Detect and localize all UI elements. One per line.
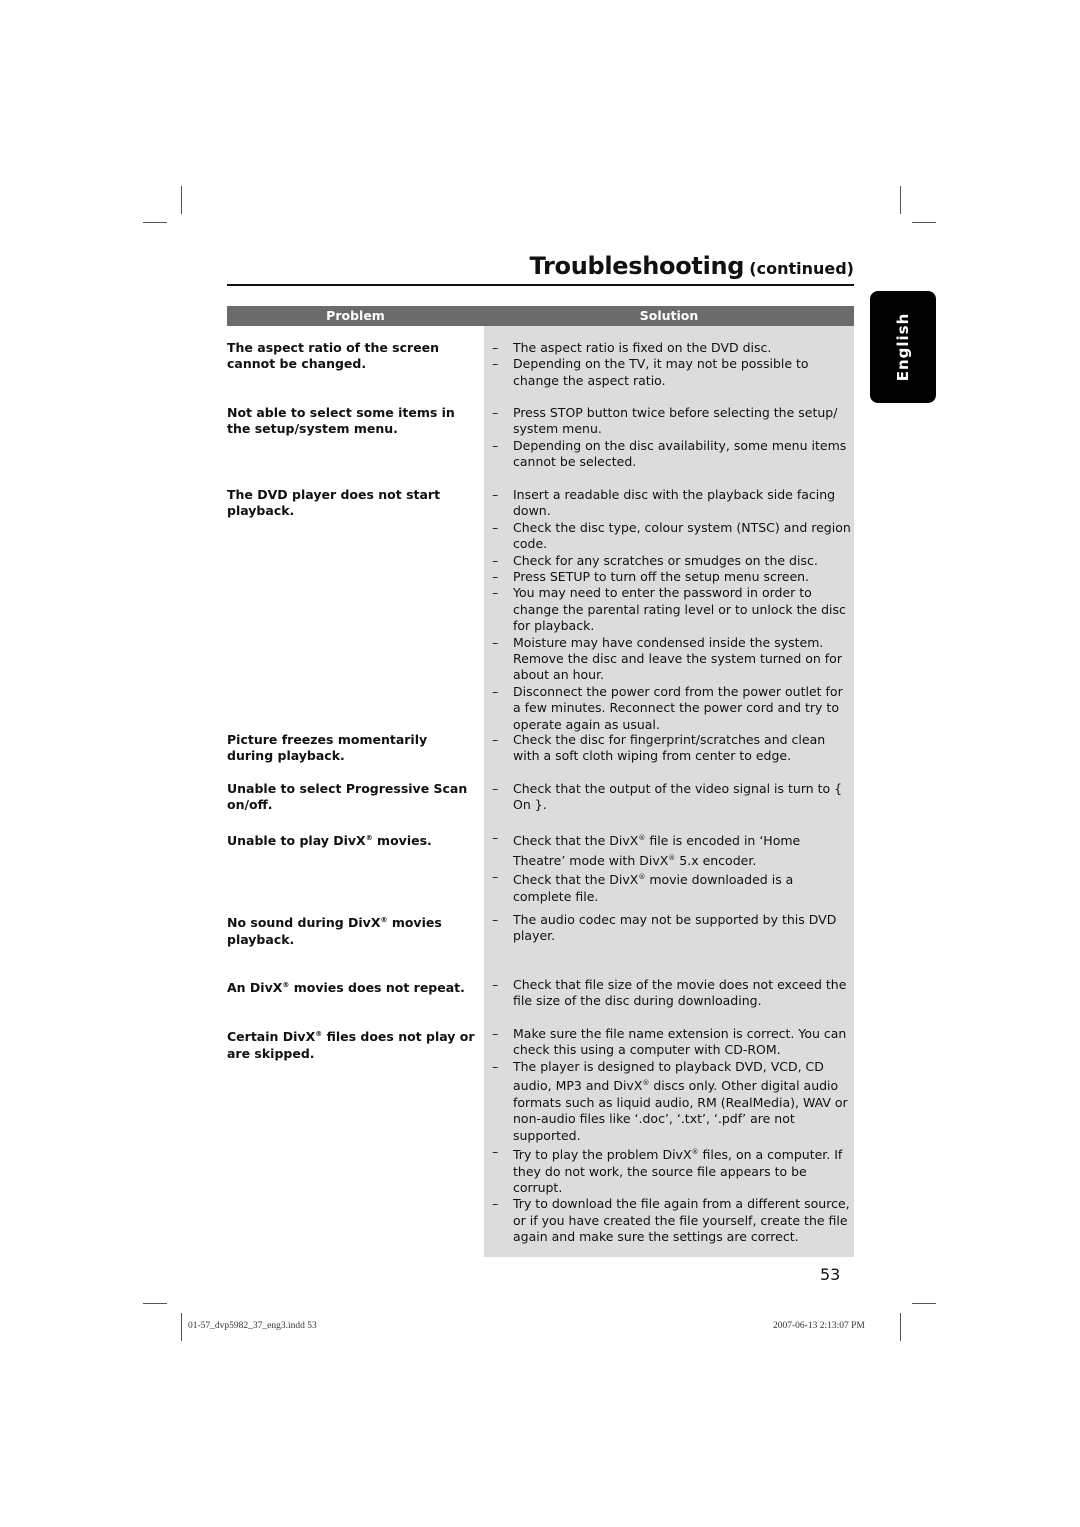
solution-list: Insert a readable disc with the playback… — [492, 487, 854, 733]
crop-mark — [181, 186, 182, 214]
solution-list: Check the disc for fingerprint/scratches… — [492, 732, 854, 765]
crop-mark — [900, 1313, 901, 1341]
solution-item: Insert a readable disc with the playback… — [492, 487, 854, 520]
solution-item: Disconnect the power cord from the power… — [492, 684, 854, 733]
solution-item: Moisture may have condensed inside the s… — [492, 635, 854, 684]
solution-list: The audio codec may not be supported by … — [492, 912, 854, 945]
solution-item: Press SETUP to turn off the setup menu s… — [492, 569, 854, 586]
footer-filename: 01-57_dvp5982_37_eng3.indd 53 — [188, 1321, 317, 1331]
solution-item: Check the disc type, colour system (NTSC… — [492, 520, 854, 553]
solution-item: The audio codec may not be supported by … — [492, 912, 854, 945]
problem-text: An DivX® movies does not repeat. — [227, 980, 465, 996]
page-number: 53 — [820, 1265, 841, 1284]
crop-mark — [181, 1313, 182, 1341]
crop-mark — [900, 186, 901, 214]
solution-item: Make sure the file name extension is cor… — [492, 1026, 854, 1059]
problem-text: Unable to play DivX® movies. — [227, 833, 432, 849]
footer-timestamp: 2007-06-13 2:13:07 PM — [773, 1321, 865, 1331]
solution-item: You may need to enter the password in or… — [492, 585, 854, 634]
solution-item: Depending on the disc availability, some… — [492, 438, 854, 471]
page-header: Troubleshooting (continued) — [227, 252, 854, 286]
solution-list: Check that the DivX® file is encoded in … — [492, 830, 854, 905]
solution-item: Try to play the problem DivX® files, on … — [492, 1144, 854, 1196]
solution-list: The aspect ratio is fixed on the DVD dis… — [492, 340, 854, 389]
solution-item: Check the disc for fingerprint/scratches… — [492, 732, 854, 765]
column-header-problem: Problem — [326, 308, 385, 323]
language-tab: English — [870, 291, 936, 403]
problem-text: The aspect ratio of the screen cannot be… — [227, 340, 440, 372]
solution-item: Check for any scratches or smudges on th… — [492, 553, 854, 570]
column-header-solution: Solution — [639, 308, 699, 323]
crop-mark — [143, 1303, 167, 1304]
solution-item: Press STOP button twice before selecting… — [492, 405, 854, 438]
solution-item: Check that the DivX® movie downloaded is… — [492, 869, 854, 905]
crop-mark — [912, 1303, 936, 1304]
solution-list: Check that the output of the video signa… — [492, 781, 854, 814]
solution-item: The aspect ratio is fixed on the DVD dis… — [492, 340, 854, 357]
problem-text: No sound during DivX® movies playback. — [227, 915, 442, 947]
problem-text: The DVD player does not start playback. — [227, 487, 441, 519]
solution-item: Try to download the file again from a di… — [492, 1196, 854, 1245]
solution-item: Check that the DivX® file is encoded in … — [492, 830, 854, 869]
page-subtitle: (continued) — [749, 259, 854, 278]
solution-item: Check that file size of the movie does n… — [492, 977, 854, 1010]
solution-list: Make sure the file name extension is cor… — [492, 1026, 854, 1246]
crop-mark — [912, 222, 936, 223]
problem-text: Unable to select Progressive Scan on/off… — [227, 781, 468, 813]
solution-list: Press STOP button twice before selecting… — [492, 405, 854, 471]
solution-item: Depending on the TV, it may not be possi… — [492, 356, 854, 389]
crop-mark — [143, 222, 167, 223]
solution-item: Check that the output of the video signa… — [492, 781, 854, 814]
page-title: Troubleshooting — [529, 252, 745, 280]
table-header: Problem Solution — [227, 306, 854, 326]
problem-text: Certain DivX® files does not play or are… — [227, 1029, 475, 1061]
solution-list: Check that file size of the movie does n… — [492, 977, 854, 1010]
problem-text: Picture freezes momentarily during playb… — [227, 732, 428, 764]
solution-item: The player is designed to playback DVD, … — [492, 1059, 854, 1144]
problem-text: Not able to select some items in the set… — [227, 405, 455, 437]
language-label: English — [894, 312, 912, 382]
